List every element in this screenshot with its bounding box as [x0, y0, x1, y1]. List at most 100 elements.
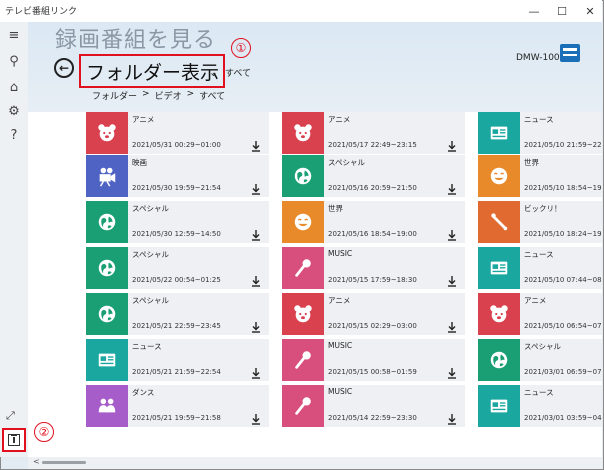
download-icon[interactable] [447, 318, 457, 333]
recording-tile[interactable]: アニメ 2021/05/31 00:29~01:00 [86, 112, 269, 154]
breadcrumb-item-video[interactable]: ビデオ [155, 89, 182, 102]
download-icon[interactable] [447, 180, 457, 195]
recording-time: 2021/05/15 00:58~01:59 [328, 368, 417, 376]
search-icon[interactable]: ⚲ [4, 52, 24, 70]
recording-tile[interactable]: アニメ 2021/05/10 06:54~07:00 [478, 293, 602, 335]
horizontal-scrollbar[interactable]: < [28, 457, 602, 469]
recording-tile[interactable]: ダンス 2021/05/21 19:59~21:58 [86, 385, 269, 427]
recording-grid: アニメ 2021/05/31 00:29~01:00 映画 2021/05/30 19… [28, 112, 602, 457]
recording-tile[interactable]: ニュース 2021/05/10 21:59~22:58 [478, 112, 602, 154]
recording-title: ニュース [524, 115, 554, 124]
recording-title: ビックリ！ [524, 204, 562, 213]
recording-tile[interactable]: ニュース 2021/05/21 21:59~22:54 [86, 339, 269, 381]
recording-title: 世界 [328, 204, 343, 213]
help-icon[interactable]: ? [4, 126, 24, 144]
download-icon[interactable] [447, 364, 457, 379]
recording-time: 2021/03/01 06:59~07:15 [524, 368, 602, 376]
mic-icon [282, 247, 324, 289]
breadcrumb-item-folder[interactable]: フォルダー [92, 89, 137, 102]
recording-tile[interactable]: 世界 2021/05/16 18:54~19:00 [282, 201, 465, 243]
recording-time: 2021/05/10 21:59~22:58 [524, 141, 602, 149]
recording-tile[interactable]: アニメ 2021/05/17 22:49~23:15 [282, 112, 465, 154]
download-icon[interactable] [251, 410, 261, 425]
annotation-marker-2: ② [34, 422, 54, 442]
resize-icon[interactable]: ⤢ [6, 409, 15, 423]
globe-icon [478, 339, 520, 381]
smile-icon [478, 155, 520, 197]
globe-icon [86, 201, 128, 243]
globe-icon [282, 155, 324, 197]
recording-time: 2021/05/15 02:29~03:00 [328, 322, 417, 330]
recording-title: 映画 [132, 158, 147, 167]
recording-tile[interactable]: アニメ 2021/05/15 02:29~03:00 [282, 293, 465, 335]
recording-title: MUSIC [328, 341, 353, 350]
recording-tile[interactable]: スペシャル 2021/05/22 00:54~01:25 [86, 247, 269, 289]
recording-tile[interactable]: ニュース 2021/05/10 07:44~08:00 [478, 247, 602, 289]
recording-time: 2021/05/21 21:59~22:54 [132, 368, 221, 376]
download-icon[interactable] [251, 180, 261, 195]
bear-icon [282, 293, 324, 335]
globe-icon [86, 247, 128, 289]
recording-tile[interactable]: スペシャル 2021/05/21 22:59~23:45 [86, 293, 269, 335]
scroll-left-icon[interactable]: < [33, 457, 40, 466]
scrollbar-thumb[interactable] [42, 461, 86, 464]
export-icon [8, 434, 20, 446]
app-title: テレビ番組リンク [5, 7, 78, 17]
folder-view-label: フォルダー表示 [86, 62, 220, 84]
recording-title: スペシャル [524, 342, 561, 351]
recording-tile[interactable]: MUSIC 2021/05/15 00:58~01:59 [282, 339, 465, 381]
recording-tile[interactable]: スペシャル 2021/03/01 06:59~07:15 [478, 339, 602, 381]
back-button[interactable]: ← [54, 58, 74, 78]
wand-icon [478, 201, 520, 243]
download-icon[interactable] [251, 272, 261, 287]
recorder-device-icon[interactable] [560, 44, 580, 62]
title-bar: テレビ番組リンク — ☐ ✕ [0, 0, 602, 22]
home-icon[interactable]: ⌂ [4, 78, 24, 96]
menu-icon[interactable]: ≡ [4, 26, 24, 44]
recording-tile[interactable]: MUSIC 2021/05/14 22:59~23:30 [282, 385, 465, 427]
download-icon[interactable] [251, 137, 261, 152]
people-icon [86, 385, 128, 427]
recording-title: ニュース [524, 388, 554, 397]
recording-tile[interactable]: ビックリ！ 2021/05/10 18:24~19:25 [478, 201, 602, 243]
settings-icon[interactable]: ⚙ [4, 102, 24, 120]
recording-tile[interactable]: MUSIC 2021/05/15 17:59~18:30 [282, 247, 465, 289]
recording-tile[interactable]: ニュース 2021/03/01 03:59~04:25 [478, 385, 602, 427]
smile-icon [282, 201, 324, 243]
recording-time: 2021/05/10 07:44~08:00 [524, 276, 602, 284]
recording-time: 2021/05/17 22:49~23:15 [328, 141, 417, 149]
download-icon[interactable] [447, 410, 457, 425]
recording-time: 2021/05/31 00:29~01:00 [132, 141, 221, 149]
recording-time: 2021/05/10 06:54~07:00 [524, 322, 602, 330]
chevron-down-icon: ⌄ [209, 66, 219, 79]
download-icon[interactable] [251, 226, 261, 241]
close-button[interactable]: ✕ [568, 0, 604, 22]
recording-tile[interactable]: スペシャル 2021/05/30 12:59~14:50 [86, 201, 269, 243]
download-icon[interactable] [251, 364, 261, 379]
recording-time: 2021/05/14 22:59~23:30 [328, 414, 417, 422]
breadcrumb-item-all[interactable]: すべて [199, 89, 225, 102]
recording-title: ニュース [132, 342, 162, 351]
news-icon [478, 385, 520, 427]
recording-tile[interactable]: 映画 2021/05/30 19:59~21:54 [86, 155, 269, 197]
recording-time: 2021/05/22 00:54~01:25 [132, 276, 221, 284]
camera-icon [86, 155, 128, 197]
annotation-marker-1: ① [231, 38, 251, 58]
recording-time: 2021/05/16 18:54~19:00 [328, 230, 417, 238]
recording-tile[interactable]: スペシャル 2021/05/16 20:59~21:50 [282, 155, 465, 197]
recording-time: 2021/05/30 12:59~14:50 [132, 230, 221, 238]
download-icon[interactable] [447, 137, 457, 152]
download-icon[interactable] [447, 272, 457, 287]
export-button[interactable] [2, 428, 26, 452]
page-title: 録画番組を見る [55, 28, 217, 53]
recording-title: ダンス [132, 388, 155, 397]
download-icon[interactable] [447, 226, 457, 241]
download-icon[interactable] [251, 318, 261, 333]
news-icon [86, 339, 128, 381]
folder-view-dropdown[interactable]: フォルダー表示 ⌄ [79, 54, 225, 88]
filter-all-label[interactable]: すべて [225, 66, 251, 79]
news-icon [478, 247, 520, 289]
breadcrumb-separator: > [142, 89, 150, 99]
recording-tile[interactable]: 世界 2021/05/10 18:54~19:00 [478, 155, 602, 197]
recording-title: アニメ [524, 296, 547, 305]
